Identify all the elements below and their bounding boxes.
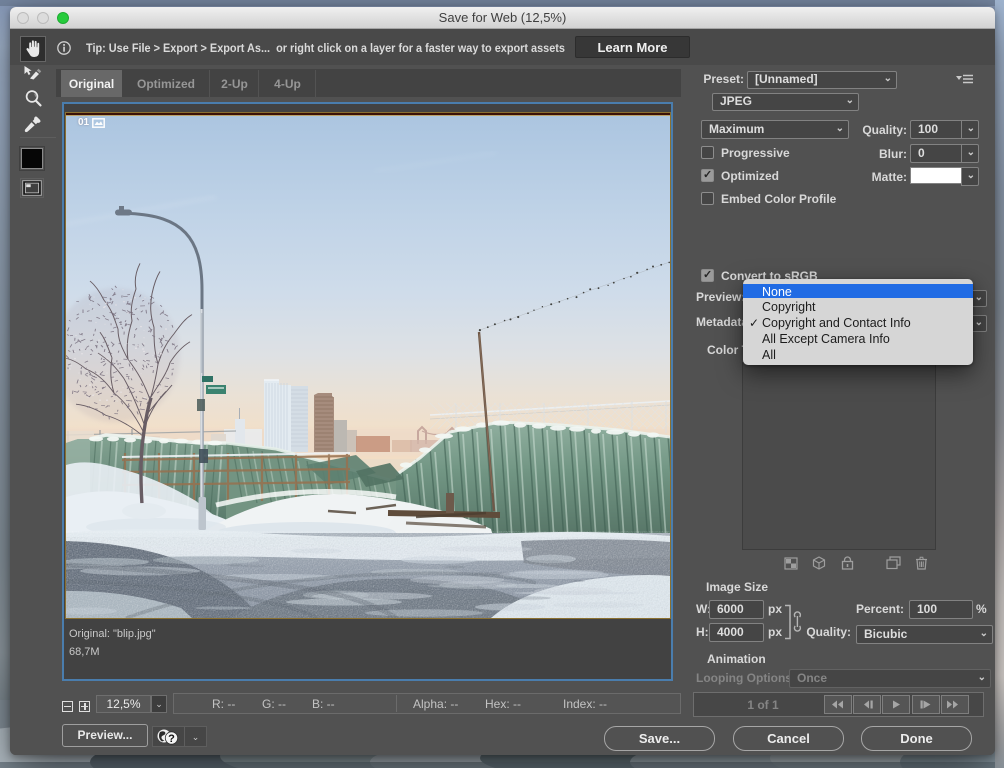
svg-text:?: ? <box>168 733 175 745</box>
